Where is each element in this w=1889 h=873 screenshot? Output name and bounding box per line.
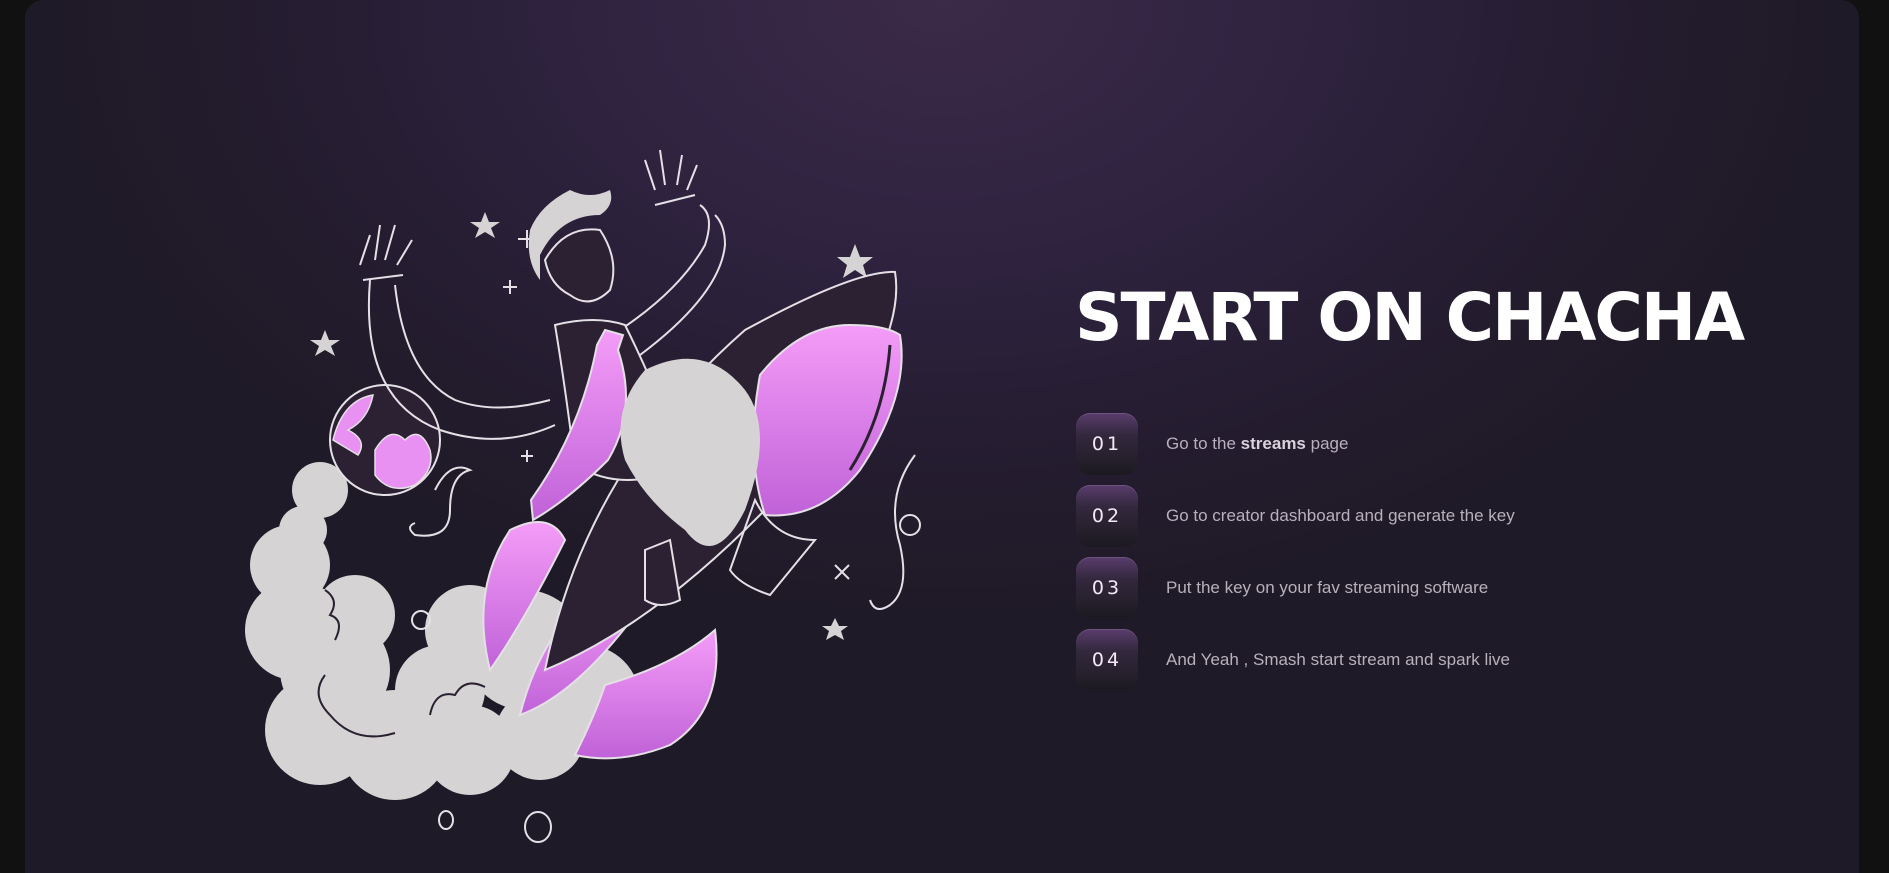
step-number-badge: 03 bbox=[1076, 557, 1138, 619]
step-number-badge: 02 bbox=[1076, 485, 1138, 547]
step-text-suffix: page bbox=[1305, 434, 1349, 453]
step-text: Put the key on your fav streaming softwa… bbox=[1166, 578, 1489, 597]
step-item-3: 03 Put the key on your fav streaming sof… bbox=[1076, 557, 1636, 619]
step-number-badge: 04 bbox=[1076, 629, 1138, 691]
step-item-2: 02 Go to creator dashboard and generate … bbox=[1076, 485, 1636, 547]
steps-list: 01 Go to the streams page 02 Go to creat… bbox=[1076, 413, 1636, 701]
step-text-prefix: Go to the bbox=[1166, 434, 1241, 453]
step-text: And Yeah , Smash start stream and spark … bbox=[1166, 650, 1510, 669]
step-item-4: 04 And Yeah , Smash start stream and spa… bbox=[1076, 629, 1636, 691]
step-number-badge: 01 bbox=[1076, 413, 1138, 475]
planet-icon bbox=[329, 384, 441, 496]
hero-panel: START ON CHACHA 01 Go to the streams pag… bbox=[25, 0, 1859, 873]
step-text: Go to creator dashboard and generate the… bbox=[1166, 506, 1515, 525]
step-text: Go to the streams page bbox=[1166, 434, 1348, 454]
rocket-rider-illustration bbox=[225, 110, 945, 850]
page-title: START ON CHACHA bbox=[1075, 279, 1745, 356]
streams-page-keyword: streams bbox=[1240, 434, 1306, 453]
step-item-1: 01 Go to the streams page bbox=[1076, 413, 1636, 475]
rocket-rider-icon bbox=[245, 149, 921, 843]
